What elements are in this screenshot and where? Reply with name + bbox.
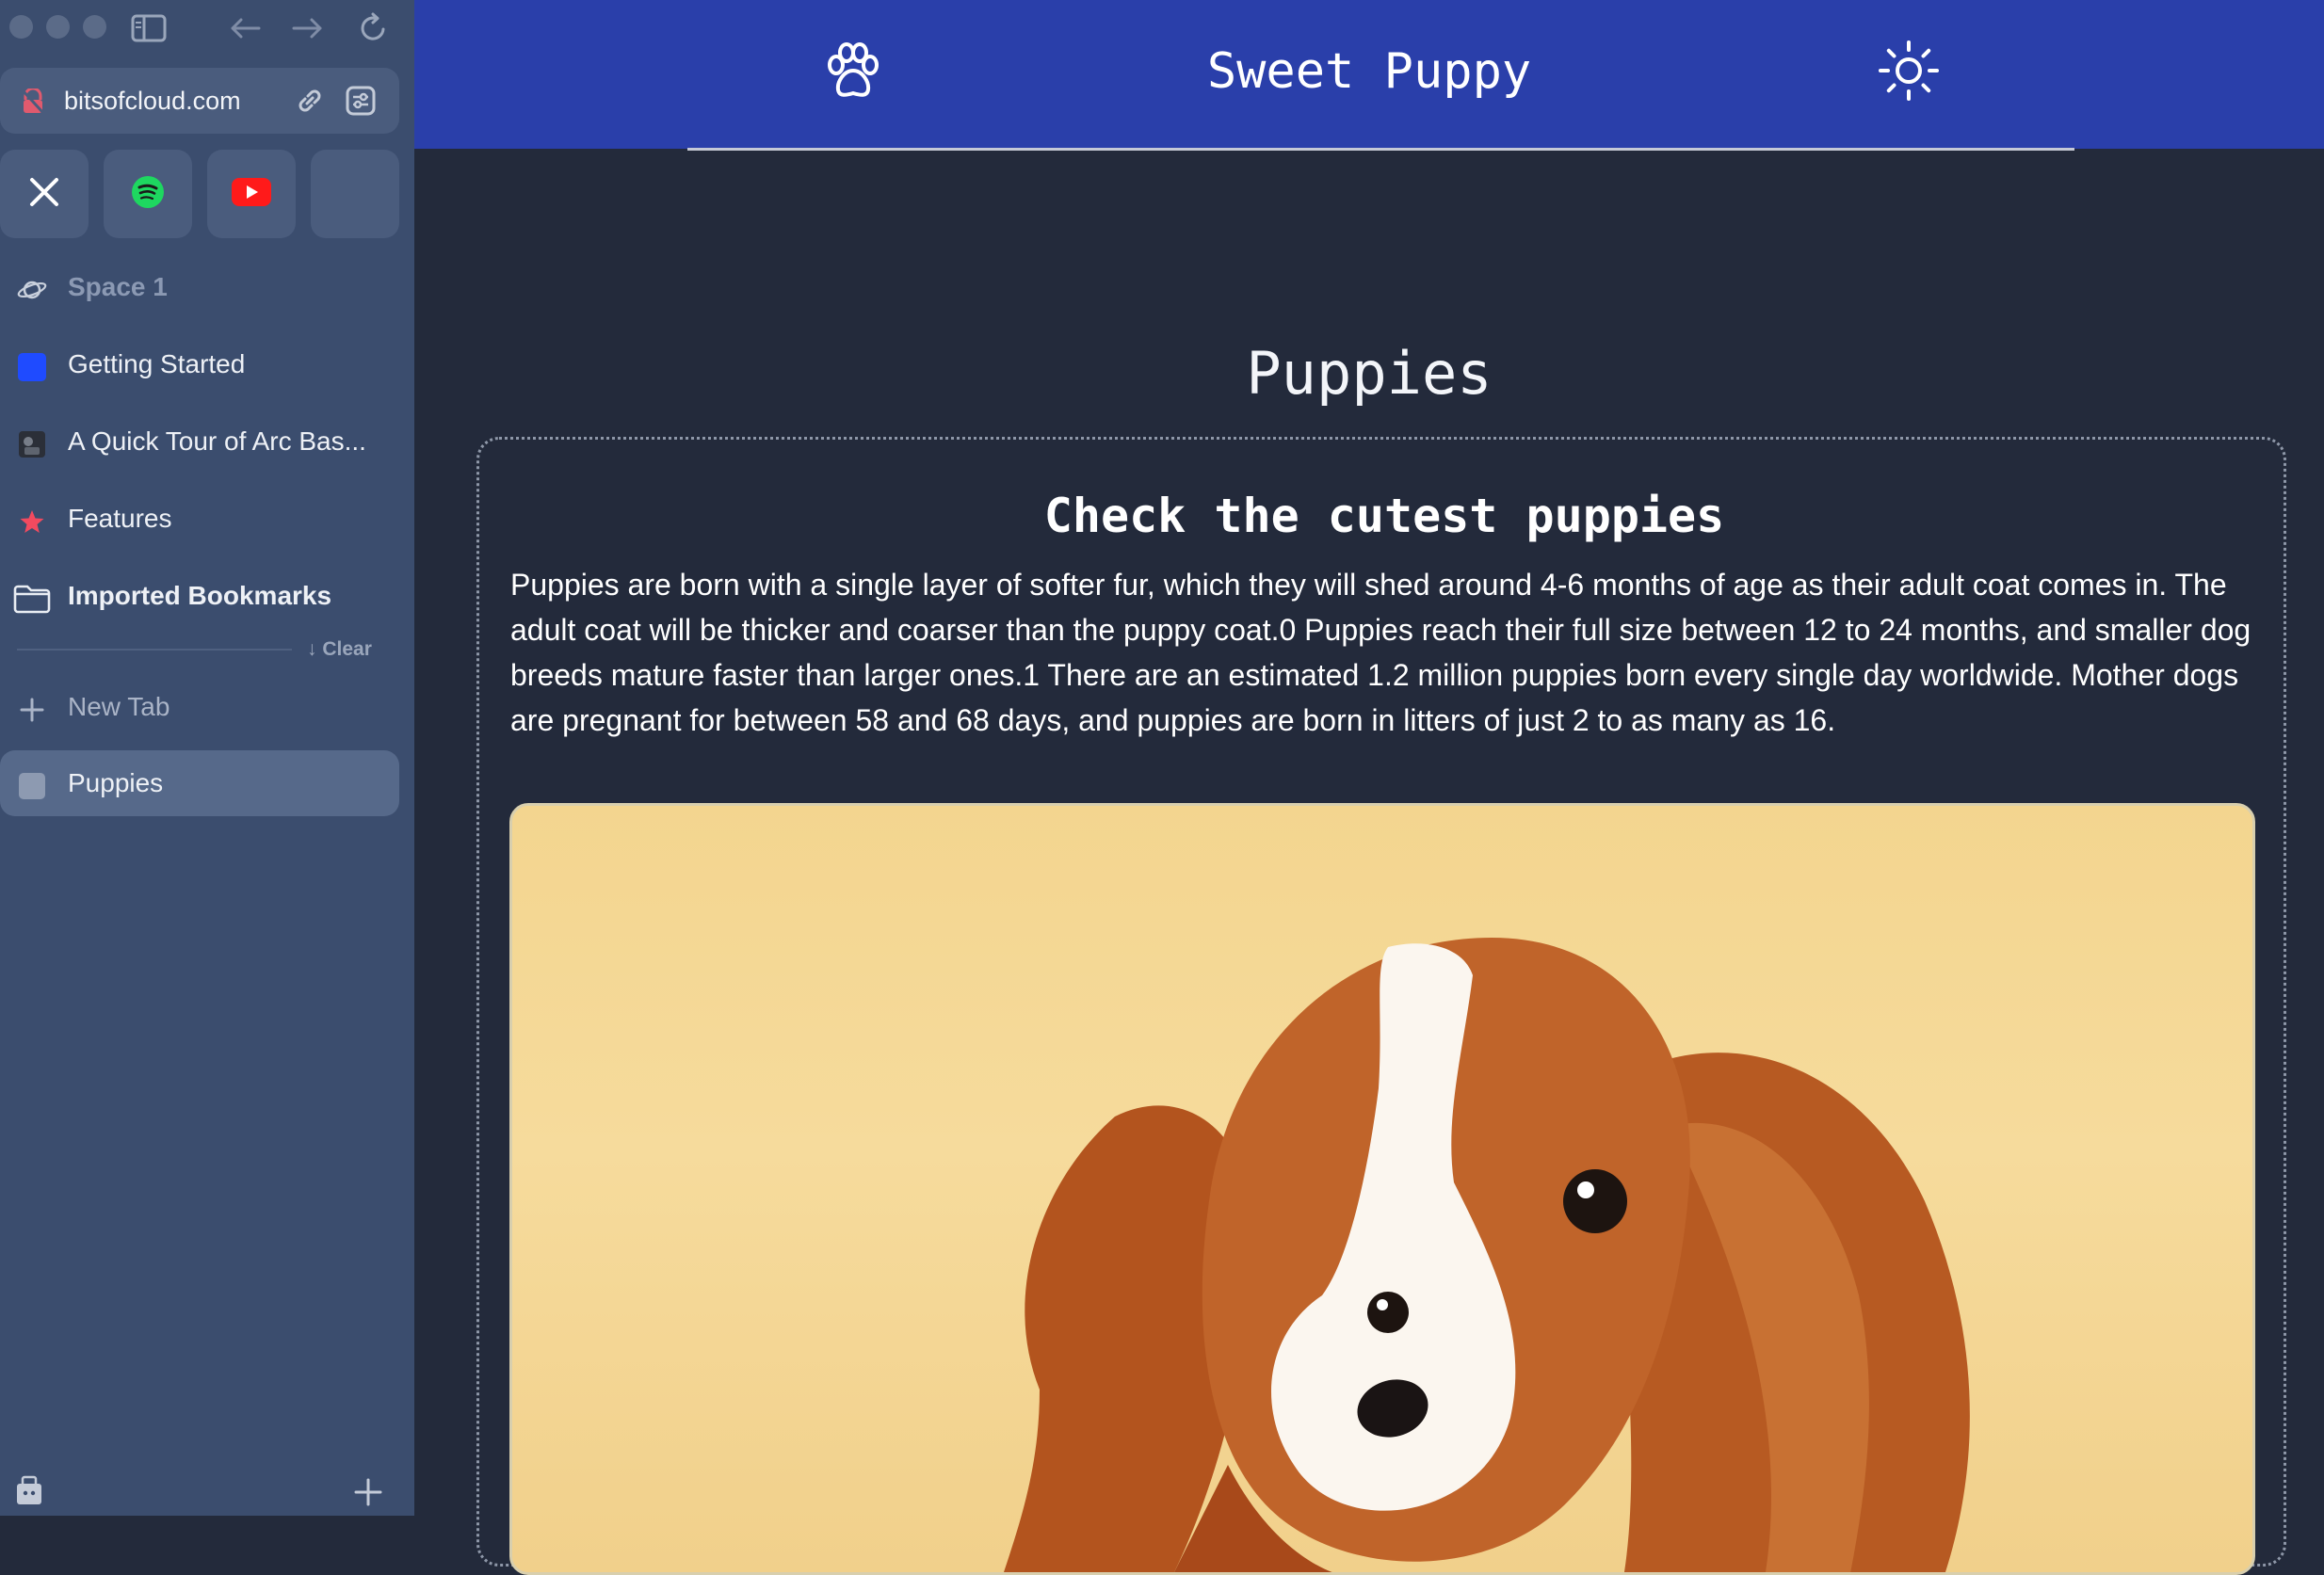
clear-tabs-button[interactable]: ↓ Clear xyxy=(307,638,372,661)
card-heading: Check the cutest puppies xyxy=(1043,489,1725,543)
favorite-spotify[interactable] xyxy=(104,150,192,238)
favorite-x[interactable] xyxy=(0,150,89,238)
blue-square-icon xyxy=(17,352,47,382)
favorite-youtube[interactable] xyxy=(207,150,296,238)
theme-toggle-sun-icon[interactable] xyxy=(1876,38,1942,108)
web-page: Sweet Puppy Puppies Check the cutest pup… xyxy=(414,0,2324,1575)
sidebar-item-label: Getting Started xyxy=(68,349,246,378)
site-info-icon[interactable] xyxy=(21,87,45,120)
reload-icon[interactable] xyxy=(352,8,394,49)
x-logo-icon xyxy=(28,176,60,213)
tab-puppies[interactable]: Puppies xyxy=(0,750,399,816)
plus-icon xyxy=(17,695,47,725)
favorite-empty[interactable] xyxy=(311,150,399,238)
card-body-text: Puppies are born with a single layer of … xyxy=(510,568,2251,737)
back-arrow-icon[interactable] xyxy=(224,8,266,49)
video-thumbnail-icon xyxy=(17,429,47,459)
forward-arrow-icon[interactable] xyxy=(287,8,329,49)
tab-divider xyxy=(17,649,292,651)
tab-label: Puppies xyxy=(68,768,164,797)
sidebar-item-label: A Quick Tour of Arc Bas... xyxy=(68,426,366,456)
url-text[interactable]: bitsofcloud.com xyxy=(64,87,241,116)
page-title: Puppies xyxy=(1246,339,1493,408)
folder-icon xyxy=(13,584,51,614)
address-bar[interactable]: bitsofcloud.com xyxy=(0,68,399,134)
new-space-plus-icon[interactable] xyxy=(354,1478,382,1511)
tab-favicon-icon xyxy=(17,771,47,801)
close-window-button[interactable] xyxy=(9,15,33,39)
zoom-window-button[interactable] xyxy=(83,15,106,39)
puppy-illustration xyxy=(1003,938,1970,1572)
sidebar-toggle-icon[interactable] xyxy=(128,8,169,49)
star-icon xyxy=(17,506,47,537)
site-brand[interactable]: Sweet Puppy xyxy=(414,43,2324,100)
sidebar-item-label: Imported Bookmarks xyxy=(68,581,332,610)
header-underline xyxy=(687,148,2074,151)
new-tab-label: New Tab xyxy=(68,692,170,721)
space-label[interactable]: Space 1 xyxy=(0,254,399,320)
puppy-card: Check the cutest puppies Puppies are bor… xyxy=(476,437,2286,1575)
browser-sidebar: bitsofcloud.com Space 1 Getting Started … xyxy=(0,0,414,1516)
sidebar-item-imported-bookmarks[interactable]: Imported Bookmarks xyxy=(0,563,399,629)
sidebar-item-label: Features xyxy=(68,504,172,533)
sidebar-item-getting-started[interactable]: Getting Started xyxy=(0,331,399,397)
new-tab-button[interactable]: New Tab xyxy=(0,674,399,740)
window-controls xyxy=(9,15,106,39)
sidebar-item-features[interactable]: Features xyxy=(0,486,399,552)
planet-icon xyxy=(17,275,47,305)
puppy-photo xyxy=(509,803,2255,1575)
sidebar-item-quick-tour[interactable]: A Quick Tour of Arc Bas... xyxy=(0,409,399,474)
archive-icon[interactable] xyxy=(15,1474,43,1511)
site-settings-icon[interactable] xyxy=(345,85,377,121)
spotify-icon xyxy=(131,175,165,214)
space-name: Space 1 xyxy=(68,272,168,301)
youtube-icon xyxy=(232,177,271,211)
site-header: Sweet Puppy xyxy=(414,0,2324,149)
copy-link-icon[interactable] xyxy=(294,85,326,121)
minimize-window-button[interactable] xyxy=(46,15,70,39)
